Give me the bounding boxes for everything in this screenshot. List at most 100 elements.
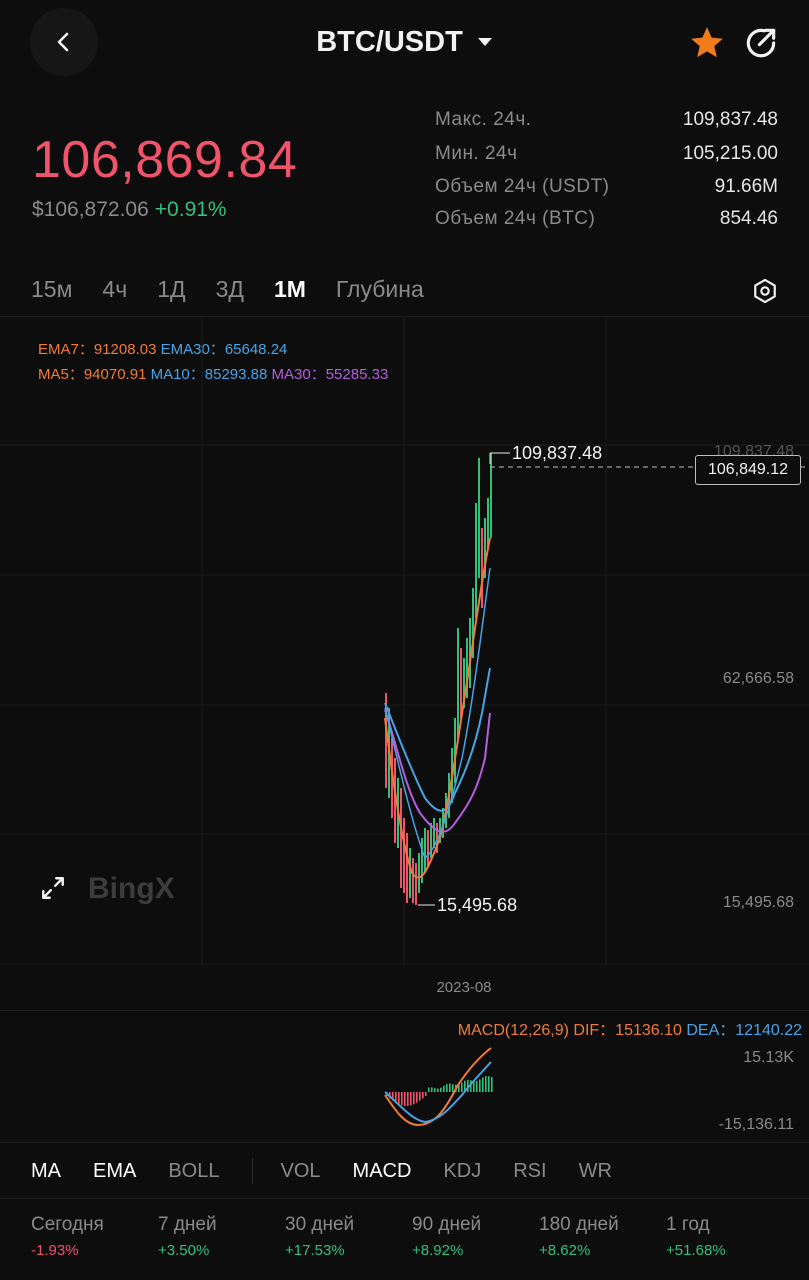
macd-legend: MACD(12,26,9) DIF：15136.10 DEA：12140.22	[458, 1016, 802, 1040]
perf-label: Сегодня	[31, 1214, 104, 1235]
macd-label: MACD(12,26,9)	[457, 1022, 569, 1039]
macd-dea-label: DEA：	[686, 1022, 736, 1039]
stat-high-value: 109,837.48	[682, 109, 778, 130]
stat-high-label: Макс. 24ч.	[435, 109, 532, 130]
tab-15m[interactable]: 15м	[31, 276, 72, 303]
macd-bar	[446, 1084, 448, 1092]
tab-depth[interactable]: Глубина	[336, 276, 424, 303]
macd-dif-line	[384, 1047, 492, 1127]
low-marker-label: 15,495.68	[437, 895, 517, 915]
tab-1d[interactable]: 1Д	[157, 276, 185, 303]
tab-ema[interactable]: EMA	[93, 1160, 136, 1183]
macd-bar	[425, 1092, 427, 1096]
perf-value: +17.53%	[285, 1242, 345, 1259]
macd-dif-label: DIF：	[573, 1022, 616, 1039]
candle	[481, 528, 483, 608]
tab-4h[interactable]: 4ч	[102, 276, 127, 303]
macd-bar	[422, 1092, 424, 1099]
macd-bar	[491, 1077, 493, 1092]
tab-ma[interactable]: MA	[31, 1160, 61, 1183]
perf-label: 30 дней	[285, 1214, 355, 1235]
divider	[0, 1010, 809, 1011]
settings-icon[interactable]	[752, 278, 778, 304]
macd-dea-value: 12140.22	[735, 1022, 802, 1039]
perf-1y: 1 год +51.68%	[666, 1214, 726, 1259]
price-chart[interactable]: 109,837.48 15,495.68 109,837.48 62,666.5…	[0, 318, 809, 1008]
fullscreen-icon[interactable]	[40, 875, 66, 901]
tab-1m[interactable]: 1М	[274, 276, 306, 303]
axis-mid-label: 62,666.58	[723, 670, 794, 687]
dropdown-caret-icon	[477, 38, 492, 46]
perf-label: 90 дней	[412, 1214, 482, 1235]
usd-price: $106,872.06	[32, 198, 149, 221]
last-price: 106,869.84	[32, 131, 298, 189]
macd-bar	[443, 1085, 445, 1092]
tab-kdj[interactable]: KDJ	[443, 1160, 481, 1183]
candle	[409, 848, 411, 898]
candle	[406, 833, 408, 903]
candle	[424, 828, 426, 873]
macd-axis-bottom: -15,136.11	[718, 1116, 794, 1133]
macd-bar	[413, 1092, 415, 1105]
tab-vol[interactable]: VOL	[281, 1160, 321, 1183]
interval-tabs: 15м 4ч 1Д 3Д 1М Глубина	[31, 276, 454, 303]
tab-wr[interactable]: WR	[579, 1160, 612, 1183]
date-axis-label: 2023-08	[436, 979, 491, 996]
candle	[400, 788, 402, 888]
perf-value: +3.50%	[158, 1242, 210, 1259]
candle	[475, 503, 477, 618]
high-marker-label: 109,837.48	[512, 443, 602, 463]
tab-rsi[interactable]: RSI	[513, 1160, 546, 1183]
macd-bar	[449, 1083, 451, 1092]
perf-label: 1 год	[666, 1214, 710, 1235]
stat-vol-usdt-value: 91.66M	[714, 176, 778, 197]
perf-30d: 30 дней +17.53%	[285, 1214, 354, 1259]
stat-low-value: 105,215.00	[682, 143, 778, 164]
divider	[0, 1198, 809, 1199]
tabs-divider	[251, 1158, 253, 1184]
macd-bar	[452, 1084, 454, 1092]
perf-today: Сегодня -1.93%	[31, 1214, 104, 1259]
macd-chart	[384, 1047, 493, 1127]
perf-value: +8.62%	[539, 1242, 591, 1259]
macd-bar	[440, 1087, 442, 1092]
macd-bar	[410, 1092, 412, 1106]
divider	[0, 316, 809, 317]
macd-bar	[434, 1088, 436, 1092]
tab-3d[interactable]: 3Д	[216, 276, 244, 303]
candle	[460, 648, 462, 718]
macd-bar	[428, 1087, 430, 1092]
stat-vol-btc-value: 854.46	[719, 208, 778, 229]
star-icon[interactable]	[688, 24, 726, 62]
macd-bar	[437, 1088, 439, 1092]
share-icon[interactable]	[742, 24, 780, 62]
macd-axis-top: 15.13K	[743, 1049, 794, 1066]
price-sub-line: $106,872.06 +0.91%	[32, 198, 227, 222]
candle	[457, 628, 459, 738]
stat-vol-btc-label: Объем 24ч (BTC)	[435, 208, 596, 229]
tab-boll[interactable]: BOLL	[168, 1160, 219, 1183]
perf-7d: 7 дней +3.50%	[158, 1214, 217, 1259]
tab-macd[interactable]: MACD	[353, 1160, 412, 1183]
perf-value: +51.68%	[666, 1242, 726, 1259]
candle	[490, 453, 492, 538]
candle	[415, 863, 417, 905]
macd-bar	[431, 1087, 433, 1092]
perf-value: +8.92%	[412, 1242, 464, 1259]
macd-bar	[461, 1082, 463, 1092]
price-change: +0.91%	[154, 198, 227, 221]
axis-low-label: 15,495.68	[723, 894, 794, 911]
bingx-watermark: BingX	[88, 872, 175, 905]
macd-bar	[407, 1092, 409, 1106]
perf-90d: 90 дней +8.92%	[412, 1214, 481, 1259]
divider	[0, 1142, 809, 1143]
macd-bar	[476, 1080, 478, 1092]
candle	[478, 458, 480, 578]
macd-histogram	[386, 1076, 493, 1106]
macd-bar	[482, 1077, 484, 1092]
macd-bar	[419, 1092, 421, 1101]
macd-bar	[398, 1092, 400, 1105]
perf-value: -1.93%	[31, 1242, 79, 1259]
macd-bar	[401, 1092, 403, 1106]
indicator-tabs: MA EMA BOLL VOL MACD KDJ RSI WR	[31, 1158, 644, 1184]
